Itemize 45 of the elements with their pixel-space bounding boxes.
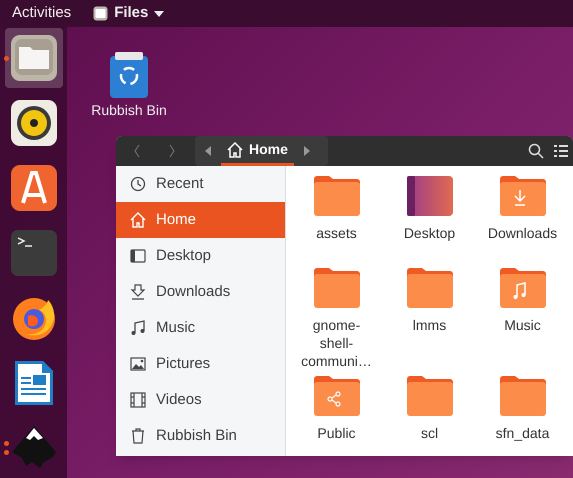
speaker-icon[interactable] [10, 99, 58, 147]
file-name[interactable]: Desktop [390, 224, 468, 242]
desktop-icon [130, 248, 146, 264]
desktop-folder-icon[interactable] [406, 176, 452, 216]
search-icon[interactable] [528, 143, 544, 159]
caret-icon [154, 10, 164, 16]
folder-icon[interactable] [10, 34, 58, 82]
file-name[interactable]: Downloads [484, 224, 562, 242]
activities-button[interactable]: Activities [12, 2, 72, 25]
home-icon [227, 142, 243, 158]
clock-icon [130, 176, 146, 192]
sidebar-item[interactable]: Recent [116, 166, 285, 202]
trash-icon [130, 428, 146, 444]
file-name[interactable]: sfn_data [484, 424, 562, 442]
sidebar-item[interactable]: Downloads [116, 274, 285, 310]
app-menu[interactable]: Files [114, 2, 148, 25]
film-icon [130, 392, 146, 408]
sidebar-item[interactable]: Music [116, 310, 285, 346]
sidebar-item[interactable]: Videos [116, 382, 285, 418]
letter-a-icon[interactable] [10, 164, 58, 212]
file-name[interactable]: scl [390, 424, 468, 442]
file-name[interactable]: Music [484, 316, 562, 334]
desktop-icon-label[interactable]: Rubbish Bin [91, 100, 167, 121]
share-folder-icon[interactable] [314, 376, 360, 416]
download-icon [130, 284, 146, 300]
download-folder-icon[interactable] [500, 176, 546, 216]
folder-icon [93, 6, 108, 21]
music-note-icon [130, 320, 146, 336]
sidebar-item[interactable]: Rubbish Bin [116, 418, 285, 454]
file-name[interactable]: assets [298, 224, 376, 242]
forward-icon[interactable] [169, 144, 175, 158]
back-icon[interactable] [134, 144, 140, 158]
recycle-bin-icon[interactable] [110, 52, 148, 98]
sidebar-item[interactable]: Home [116, 202, 285, 238]
image-icon [130, 356, 146, 372]
file-name[interactable]: gnome-shell-communi… [298, 316, 376, 370]
file-name[interactable]: lmms [390, 316, 468, 334]
scroll-right-icon[interactable] [304, 146, 310, 156]
sidebar-item[interactable]: Pictures [116, 346, 285, 382]
list-view-icon[interactable] [554, 145, 568, 157]
scroll-left-icon[interactable] [205, 146, 211, 156]
file-name[interactable]: Public [298, 424, 376, 442]
home-icon [130, 212, 146, 228]
music-note-folder-icon[interactable] [500, 268, 546, 308]
sidebar-item[interactable]: Desktop [116, 238, 285, 274]
